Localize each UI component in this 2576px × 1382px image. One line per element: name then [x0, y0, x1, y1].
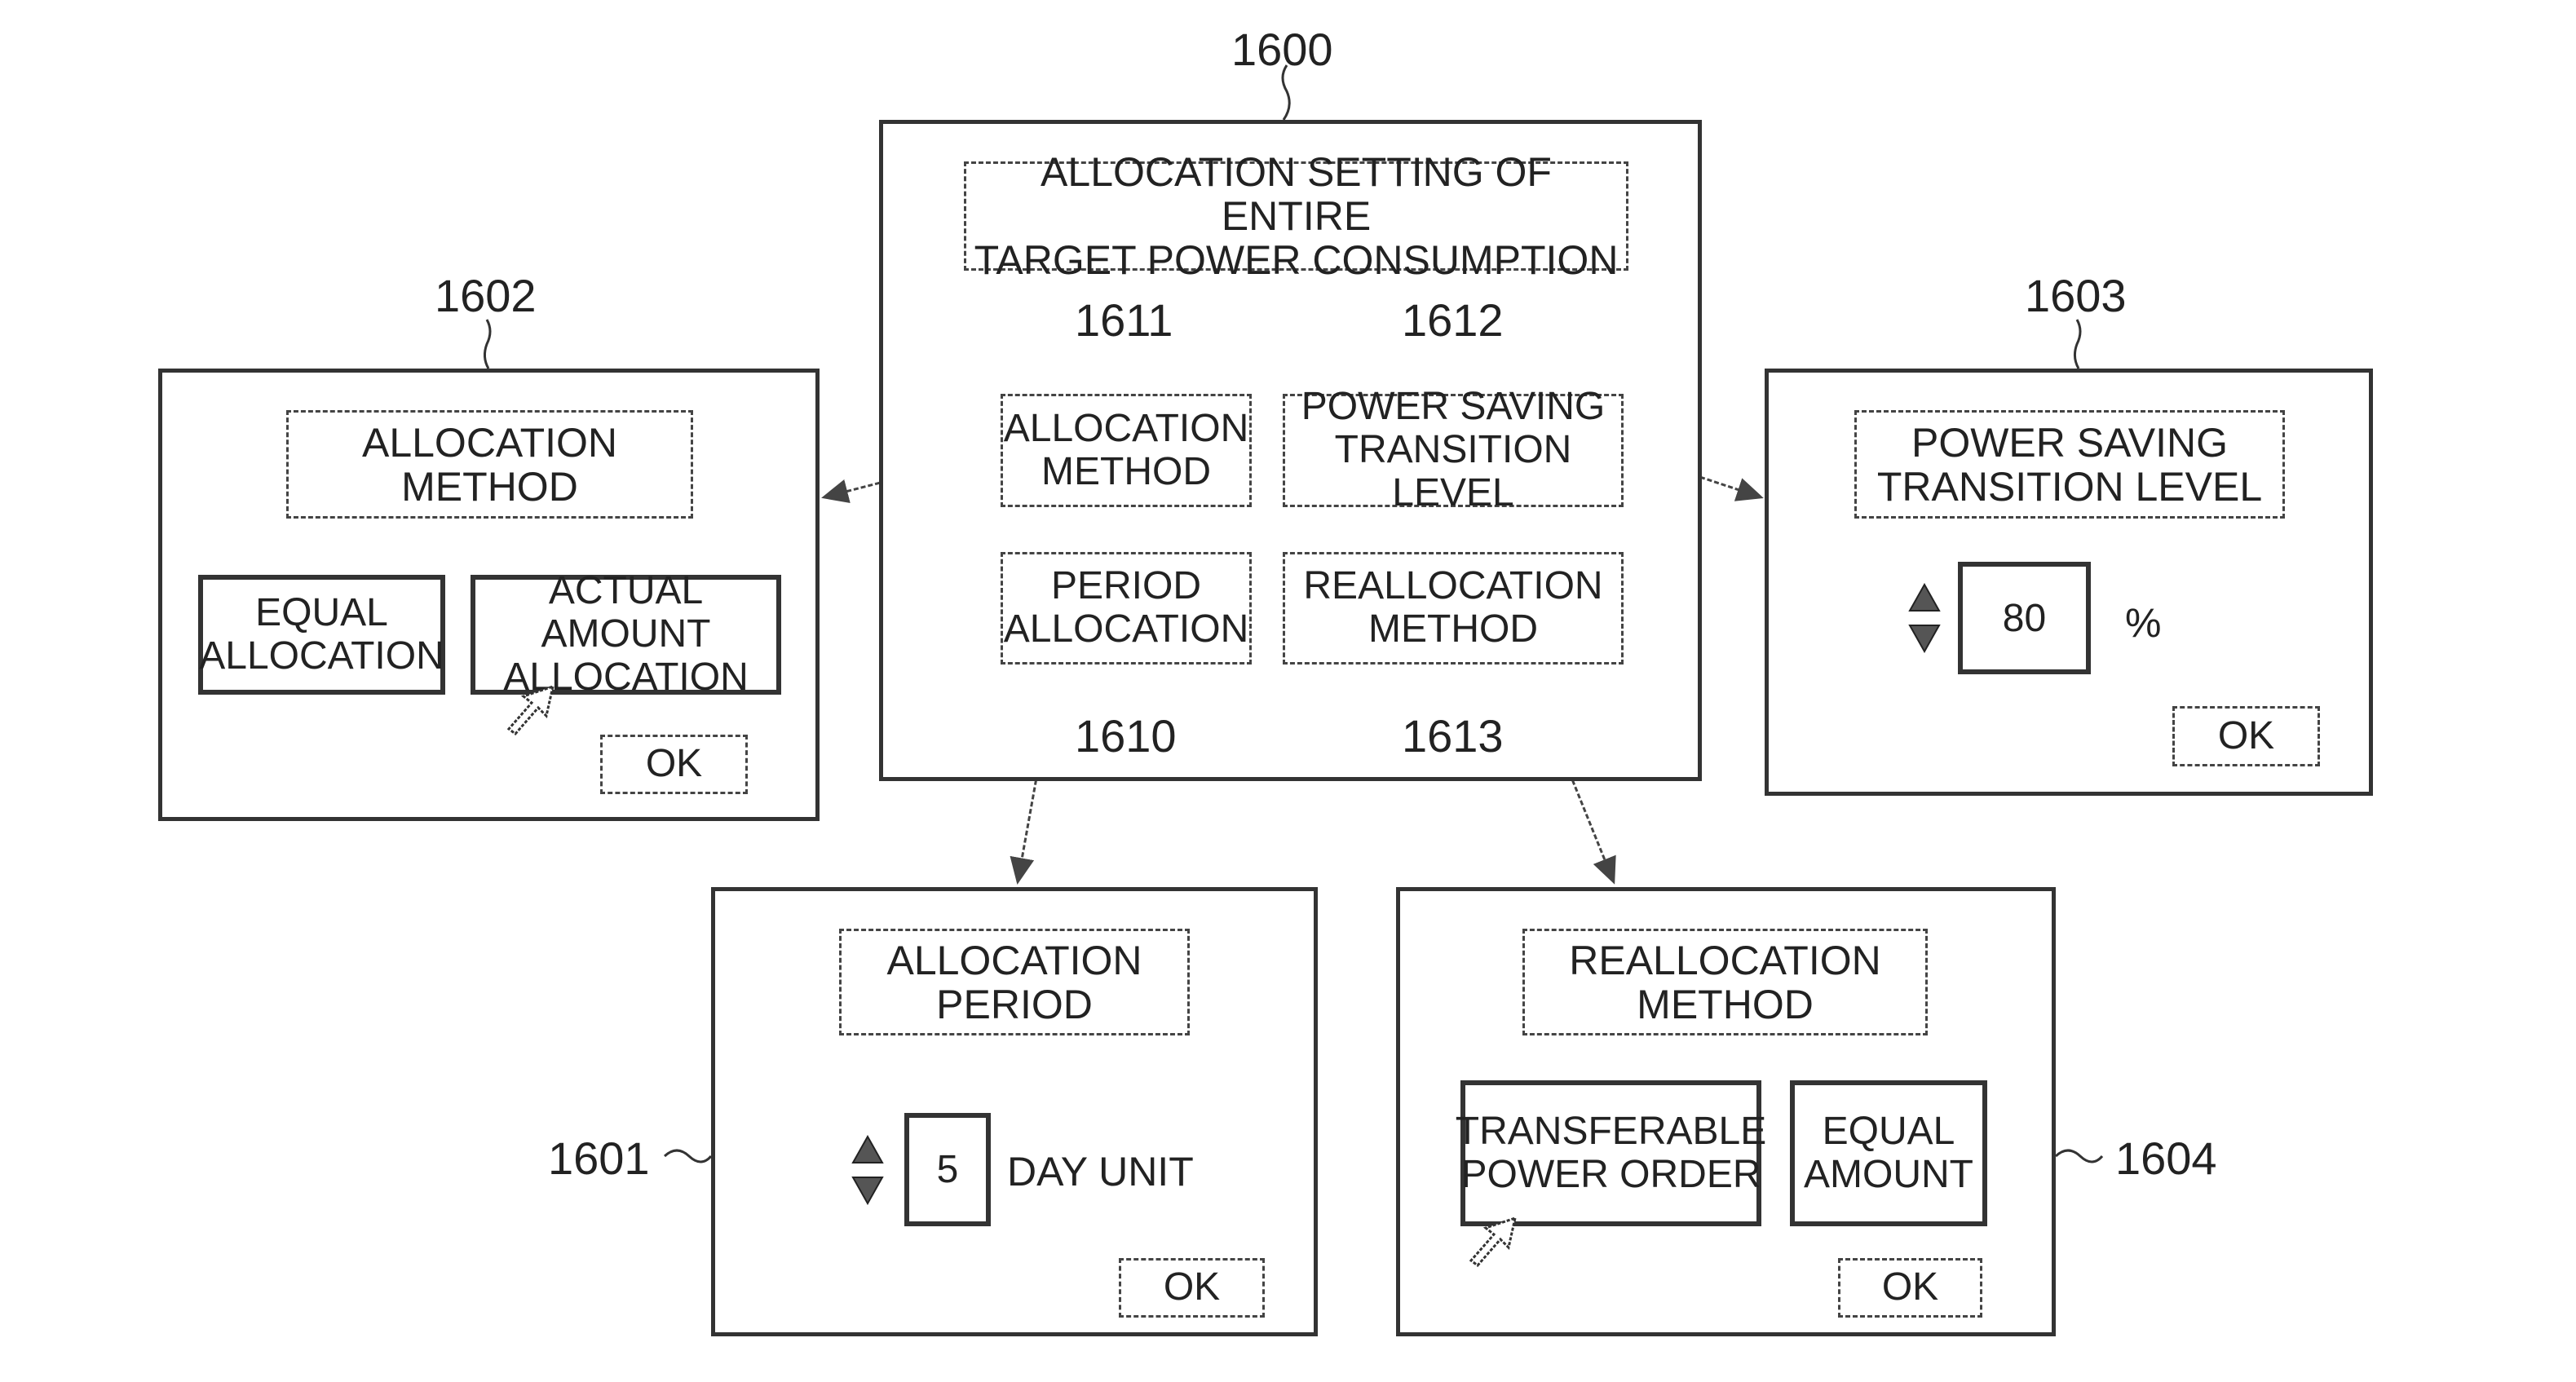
allocation-method-ok-button[interactable]: OK — [600, 735, 748, 794]
triangle-up-icon[interactable] — [1908, 583, 1941, 612]
power-saving-transition-level-button[interactable]: POWER SAVING TRANSITION LEVEL — [1283, 385, 1624, 514]
triangle-down-icon[interactable] — [851, 1176, 884, 1205]
triangle-down-icon[interactable] — [1908, 624, 1941, 653]
leader-1603 — [2073, 319, 2082, 369]
main-panel-title: ALLOCATION SETTING OF ENTIRE TARGET POWE… — [964, 150, 1628, 282]
triangle-up-icon[interactable] — [851, 1135, 884, 1164]
equal-allocation-option[interactable]: EQUAL ALLOCATION — [198, 575, 445, 695]
leader-1602 — [483, 319, 492, 369]
ref-label-1611: 1611 — [1075, 294, 1173, 346]
actual-amount-allocation-option[interactable]: ACTUAL AMOUNT ALLOCATION — [471, 569, 781, 699]
ref-label-1613: 1613 — [1402, 710, 1504, 762]
power-saving-unit-label: % — [2125, 600, 2162, 646]
reallocation-method-ok-button[interactable]: OK — [1838, 1258, 1982, 1318]
reallocation-method-button[interactable]: REALLOCATION METHOD — [1283, 552, 1624, 665]
allocation-method-button[interactable]: ALLOCATION METHOD — [1001, 394, 1252, 507]
power-saving-ok-button[interactable]: OK — [2172, 706, 2320, 766]
allocation-period-unit-label: DAY UNIT — [1007, 1149, 1194, 1194]
ref-label-1604: 1604 — [2115, 1133, 2217, 1184]
ref-label-1612: 1612 — [1402, 294, 1504, 346]
power-saving-dialog-title: POWER SAVING TRANSITION LEVEL — [1854, 410, 2285, 519]
power-saving-level-input[interactable]: 80 — [1958, 562, 2091, 674]
equal-amount-option[interactable]: EQUAL AMOUNT — [1790, 1080, 1987, 1226]
allocation-period-input[interactable]: 5 — [904, 1113, 991, 1226]
reallocation-method-dialog-title: REALLOCATION METHOD — [1522, 929, 1928, 1035]
ref-label-1603: 1603 — [2025, 270, 2127, 321]
ref-label-1601: 1601 — [548, 1133, 650, 1184]
ref-label-1610: 1610 — [1075, 710, 1177, 762]
ref-label-1600: 1600 — [1231, 24, 1333, 75]
mouse-pointer-icon — [506, 684, 555, 736]
ref-label-1602: 1602 — [435, 270, 537, 321]
leader-1604 — [2054, 1149, 2104, 1163]
leader-1601 — [663, 1149, 713, 1163]
transferable-power-order-option[interactable]: TRANSFERABLE POWER ORDER — [1456, 1080, 1766, 1226]
allocation-method-dialog-title: ALLOCATION METHOD — [286, 410, 693, 519]
period-allocation-button[interactable]: PERIOD ALLOCATION — [1001, 552, 1252, 665]
mouse-pointer-icon — [1469, 1216, 1518, 1268]
allocation-period-dialog-title: ALLOCATION PERIOD — [839, 929, 1190, 1035]
allocation-period-ok-button[interactable]: OK — [1119, 1258, 1265, 1318]
